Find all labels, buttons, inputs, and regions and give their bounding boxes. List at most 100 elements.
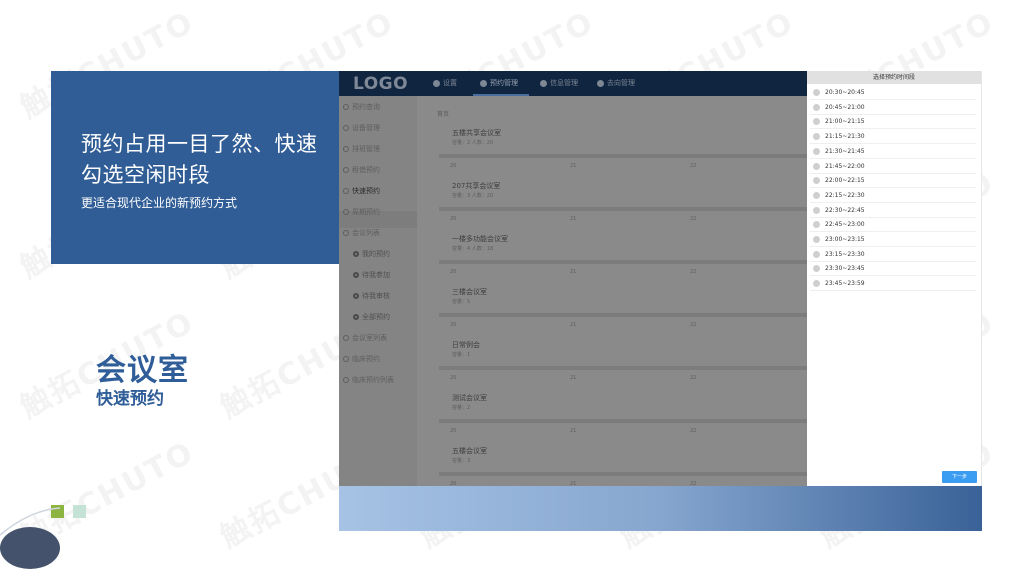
sidebar-item-label: 临床预约: [352, 355, 380, 363]
timeline-tick: 20: [450, 163, 457, 169]
time-slot-label: 21:45~22:00: [825, 162, 865, 170]
hero-panel: 预约占用一目了然、快速勾选空闲时段 更适合现代企业的新预约方式: [51, 71, 339, 264]
room-meta: 容量：2 人数：20: [452, 140, 494, 146]
time-slot[interactable]: 23:45~23:59: [810, 277, 976, 292]
timeline-tick: 21: [570, 269, 577, 275]
bullet-icon: [343, 335, 349, 341]
nav-info-management[interactable]: 信息管理: [540, 78, 578, 88]
sidebar-item[interactable]: 预约查询: [343, 102, 380, 112]
time-slot[interactable]: 22:30~22:45: [810, 204, 976, 218]
time-slot-label: 23:30~23:45: [825, 265, 865, 273]
time-slot-label: 22:30~22:45: [825, 206, 865, 214]
timeline-tick: 20: [450, 322, 457, 328]
room-meta: 容量：5: [452, 299, 471, 305]
sidebar-item[interactable]: 我的预约: [353, 249, 390, 259]
app-header: LOGO 设置 预约管理 信息管理 去向管理: [339, 71, 807, 96]
sidebar-item-label: 会议列表: [352, 229, 380, 237]
check-circle-icon[interactable]: [813, 118, 820, 126]
location-icon: [597, 79, 604, 87]
bullet-icon: [343, 146, 349, 152]
sidebar-item-label: 全部预约: [362, 313, 390, 321]
time-slot[interactable]: 21:30~21:45: [810, 145, 976, 159]
sidebar-item[interactable]: 会议列表: [343, 228, 380, 238]
bullet-icon: [353, 251, 359, 257]
hero-title: 预约占用一目了然、快速勾选空闲时段: [81, 132, 318, 187]
time-slot-label: 23:45~23:59: [825, 280, 865, 288]
breadcrumb: 首页: [437, 111, 450, 118]
check-circle-icon[interactable]: [813, 250, 820, 258]
check-circle-icon[interactable]: [813, 236, 820, 243]
picker-title: 选择预约时间段: [807, 71, 981, 84]
room-meta: 容量：1: [452, 352, 471, 358]
check-circle-icon[interactable]: [813, 191, 820, 199]
check-circle-icon[interactable]: [813, 280, 820, 288]
timeline-tick: 22: [690, 269, 697, 275]
room-timeline-bar: [439, 260, 807, 264]
sidebar-item[interactable]: 临床预约: [343, 354, 380, 364]
time-slot[interactable]: 22:15~22:30: [810, 189, 976, 203]
time-slot[interactable]: 21:15~21:30: [810, 130, 976, 145]
sidebar-item[interactable]: 全部预约: [353, 312, 390, 322]
sidebar-item-label: 我的预约: [362, 250, 390, 258]
section-heading: 会议室: [96, 353, 189, 388]
time-slot[interactable]: 20:45~21:00: [810, 101, 976, 115]
room-meta: 容量：3: [452, 458, 471, 464]
check-circle-icon[interactable]: [813, 221, 820, 229]
time-slot[interactable]: 22:00~22:15: [810, 174, 976, 189]
check-circle-icon[interactable]: [813, 177, 820, 185]
room-timeline-bar: [439, 207, 807, 211]
sidebar-item[interactable]: 租借预约: [343, 165, 380, 175]
sidebar-item[interactable]: 待我审核: [353, 291, 390, 301]
room-name: 日常例会: [452, 341, 480, 349]
timeline-tick: 21: [570, 163, 577, 169]
check-circle-icon[interactable]: [813, 103, 820, 111]
check-circle-icon[interactable]: [813, 147, 820, 155]
sidebar-item[interactable]: 待我参加: [353, 270, 390, 280]
time-slot[interactable]: 23:30~23:45: [810, 262, 976, 277]
room-name: 五楼共享会议室: [452, 129, 501, 137]
check-circle-icon[interactable]: [813, 265, 820, 273]
sidebar-item-label: 预约查询: [352, 103, 380, 111]
app-logo: LOGO: [353, 74, 409, 94]
sidebar-item[interactable]: 周期预约: [343, 207, 380, 217]
check-circle-icon[interactable]: [813, 162, 820, 170]
nav-booking-management[interactable]: 预约管理: [480, 78, 518, 88]
time-slot[interactable]: 20:30~20:45: [810, 86, 976, 100]
check-circle-icon[interactable]: [813, 89, 820, 96]
sidebar-item-label: 待我审核: [362, 292, 390, 300]
time-slot[interactable]: 23:15~23:30: [810, 248, 976, 262]
time-slot[interactable]: 22:45~23:00: [810, 218, 976, 233]
time-slot-picker: 选择预约时间段 20:30~20:45 20:45~21:00 21:00~21:1…: [807, 71, 982, 486]
time-slot[interactable]: 23:00~23:15: [810, 233, 976, 247]
check-circle-icon[interactable]: [813, 206, 820, 214]
nav-active-indicator: [473, 94, 529, 96]
sidebar-item[interactable]: 快速预约: [343, 186, 380, 196]
sidebar-item[interactable]: 临床预约列表: [343, 375, 394, 385]
sidebar-item[interactable]: 排班管理: [343, 144, 380, 154]
sidebar-item-label: 排班管理: [352, 145, 380, 153]
sidebar-item[interactable]: 会议室列表: [343, 333, 387, 343]
bullet-icon: [343, 230, 349, 236]
time-slot-label: 23:15~23:30: [825, 250, 865, 258]
timeline-tick: 21: [570, 375, 577, 381]
timeline-tick: 20: [450, 269, 457, 275]
timeline-tick: 21: [570, 322, 577, 328]
time-slot-label: 22:15~22:30: [825, 191, 865, 199]
sidebar-item[interactable]: 设备管理: [343, 123, 380, 133]
section-subheading: 快速预约: [96, 389, 164, 409]
room-name: 一楼多功能会议室: [452, 235, 508, 243]
time-slot-label: 22:00~22:15: [825, 177, 865, 185]
sidebar-item-label: 临床预约列表: [352, 376, 394, 384]
time-slot[interactable]: 21:00~21:15: [810, 115, 976, 130]
check-circle-icon[interactable]: [813, 133, 820, 141]
time-slot[interactable]: 21:45~22:00: [810, 160, 976, 174]
sidebar-item-label: 周期预约: [352, 208, 380, 216]
bottom-gradient-band: [339, 486, 982, 531]
time-slot-label: 20:30~20:45: [825, 89, 865, 96]
calendar-icon: [480, 79, 487, 87]
nav-settings[interactable]: 设置: [433, 78, 457, 88]
next-step-button[interactable]: 下一步: [942, 471, 977, 483]
time-slot-label: 21:30~21:45: [825, 147, 865, 155]
bullet-icon: [343, 356, 349, 362]
nav-whereabouts-management[interactable]: 去向管理: [597, 78, 635, 88]
